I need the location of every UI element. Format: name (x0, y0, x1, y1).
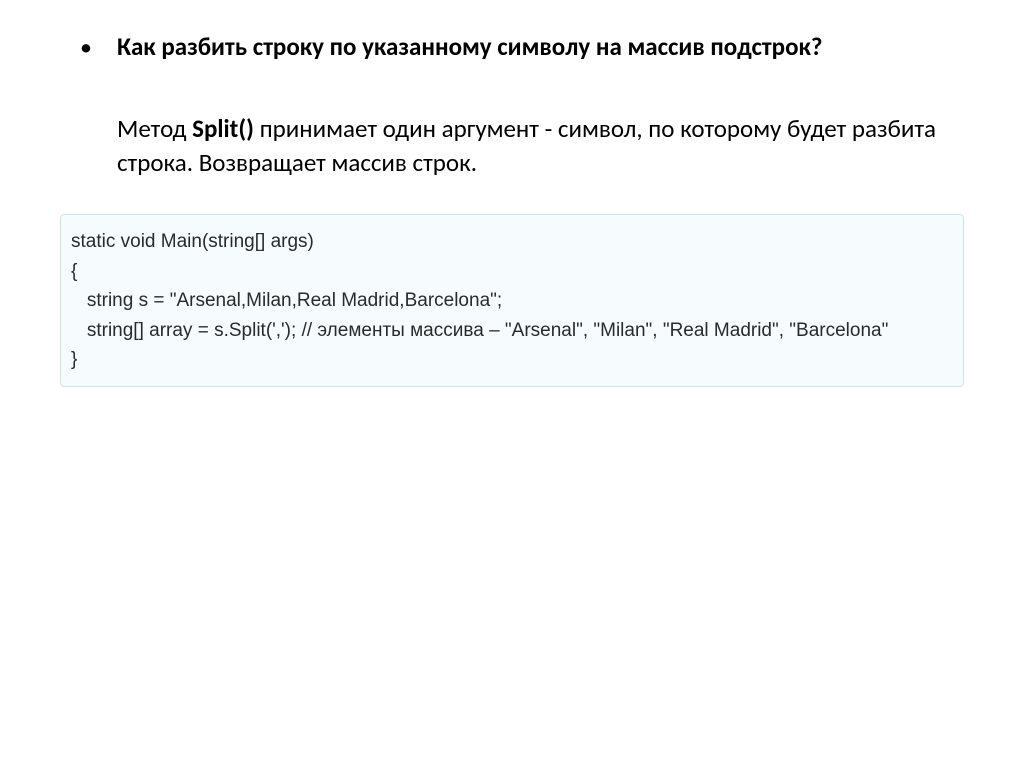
code-line-3: string s = "Arsenal,Milan,Real Madrid,Ba… (71, 286, 953, 315)
code-line-4: string[] array = s.Split(','); // элемен… (71, 316, 953, 345)
answer-prefix: Метод (117, 113, 192, 144)
bullet-item: • Как разбить строку по указанному симво… (80, 30, 964, 179)
answer-text: Метод Split() принимает один аргумент - … (117, 112, 964, 180)
code-line-5: } (71, 345, 953, 374)
answer-bold: Split() (192, 113, 254, 144)
code-block: static void Main(string[] args) { string… (60, 214, 964, 387)
code-line-2: { (71, 257, 953, 286)
question-text: Как разбить строку по указанному символу… (117, 30, 964, 64)
code-line-1: static void Main(string[] args) (71, 227, 953, 256)
bullet-marker: • (80, 32, 92, 63)
bullet-content: Как разбить строку по указанному символу… (117, 30, 964, 179)
